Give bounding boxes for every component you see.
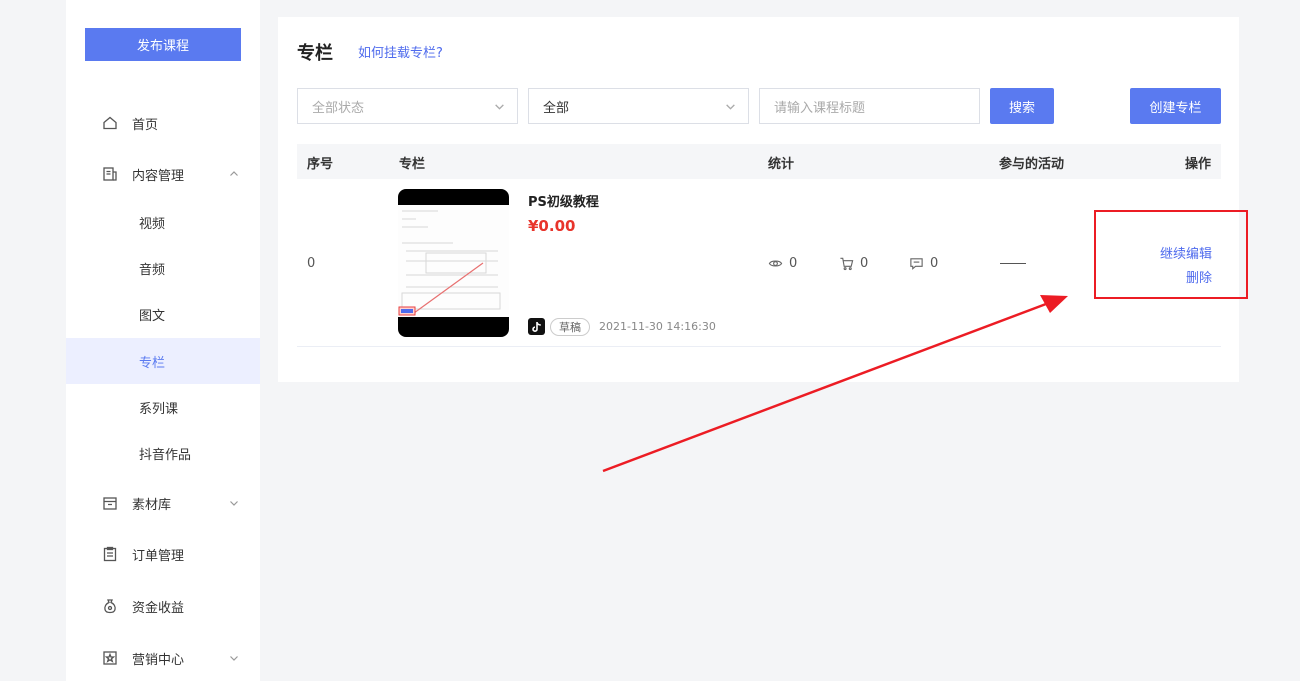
sub-item-audio[interactable]: 音频 <box>66 245 260 291</box>
status-filter-select[interactable]: 全部状态 <box>297 88 518 124</box>
nav-item-label: 资金收益 <box>132 600 185 616</box>
column-list-card: 专栏 如何挂载专栏? 全部状态 全部 请输入课程标题 搜索 创建专栏 序号 专栏… <box>278 17 1239 382</box>
activity-none <box>1000 263 1026 264</box>
created-date: 2021-11-30 14:16:30 <box>599 320 716 333</box>
sub-item-video[interactable]: 视频 <box>66 199 260 245</box>
nav-item-label: 首页 <box>132 117 159 133</box>
table-header: 序号 专栏 统计 参与的活动 操作 <box>297 144 1221 179</box>
sub-item-column[interactable]: 专栏 <box>66 338 260 384</box>
status-badge: 草稿 <box>550 318 590 336</box>
nav-item-label: 内容管理 <box>132 168 185 184</box>
nav-item-label: 营销中心 <box>132 652 185 668</box>
status-filter-placeholder: 全部状态 <box>312 100 365 116</box>
purchases-stat: 0 <box>839 256 868 271</box>
header-index: 序号 <box>307 157 334 172</box>
nav-item-material-library[interactable]: 素材库 <box>66 480 260 526</box>
sub-item-label: 图文 <box>139 308 166 324</box>
folder-icon <box>103 497 117 510</box>
money-bag-icon <box>104 599 116 614</box>
search-placeholder: 请输入课程标题 <box>774 100 866 116</box>
nav-item-label: 订单管理 <box>132 548 185 564</box>
nav-item-content-management[interactable]: 内容管理 <box>66 151 260 197</box>
continue-edit-link[interactable]: 继续编辑 <box>1160 243 1212 262</box>
chevron-up-icon <box>230 171 238 176</box>
sub-item-label: 专栏 <box>139 355 166 371</box>
chevron-down-icon <box>726 104 735 110</box>
nav-item-order-management[interactable]: 订单管理 <box>66 531 260 577</box>
content-icon <box>103 167 117 181</box>
type-filter-select[interactable]: 全部 <box>528 88 749 124</box>
home-icon <box>103 116 117 130</box>
cart-icon <box>840 257 854 271</box>
sub-item-douyin-works[interactable]: 抖音作品 <box>66 430 260 476</box>
header-column: 专栏 <box>399 157 426 172</box>
sub-item-series[interactable]: 系列课 <box>66 384 260 430</box>
cover-screenshot <box>398 205 509 317</box>
search-button[interactable]: 搜索 <box>990 88 1054 124</box>
row-index: 0 <box>307 256 316 271</box>
chevron-down-icon <box>495 104 504 110</box>
sub-item-article[interactable]: 图文 <box>66 291 260 337</box>
publish-course-button[interactable]: 发布课程 <box>85 28 241 61</box>
star-icon <box>103 651 117 665</box>
chevron-down-icon <box>230 501 238 506</box>
comments-count: 0 <box>930 256 939 271</box>
nav-item-marketing-center[interactable]: 营销中心 <box>66 635 260 681</box>
table-row: 0 PS初级教程 ¥0.00 草稿 2021-11-30 14:16:30 0 … <box>297 179 1221 347</box>
header-actions: 操作 <box>1184 157 1211 172</box>
nav-item-fund-income[interactable]: 资金收益 <box>66 583 260 629</box>
purchases-count: 0 <box>860 256 869 271</box>
course-title-search-input[interactable]: 请输入课程标题 <box>759 88 980 124</box>
comments-stat: 0 <box>909 256 938 271</box>
chevron-down-icon <box>230 656 238 661</box>
sub-item-label: 抖音作品 <box>139 447 192 463</box>
clipboard-icon <box>103 546 117 562</box>
how-to-mount-column-link[interactable]: 如何挂载专栏? <box>358 42 443 61</box>
nav-item-label: 素材库 <box>132 497 172 513</box>
sub-item-label: 视频 <box>139 216 166 232</box>
comment-icon <box>910 258 923 270</box>
create-column-button[interactable]: 创建专栏 <box>1130 88 1221 124</box>
course-price: ¥0.00 <box>528 217 576 235</box>
douyin-icon <box>528 318 545 335</box>
course-cover-thumbnail[interactable] <box>398 189 509 337</box>
sidebar: 发布课程 首页 内容管理 视频 音频 图文 专栏 系列课 抖音作品 素材库 订单… <box>66 0 260 681</box>
header-activity: 参与的活动 <box>999 157 1065 172</box>
page-title: 专栏 <box>297 43 333 64</box>
header-stats: 统计 <box>768 157 795 172</box>
delete-link[interactable]: 删除 <box>1186 267 1212 286</box>
views-stat: 0 <box>768 256 797 271</box>
course-title[interactable]: PS初级教程 <box>528 191 599 210</box>
sub-item-label: 系列课 <box>139 401 179 417</box>
views-count: 0 <box>789 256 798 271</box>
nav-item-home[interactable]: 首页 <box>66 100 260 146</box>
type-filter-value: 全部 <box>543 100 570 116</box>
sub-item-label: 音频 <box>139 262 166 278</box>
eye-icon <box>768 260 783 267</box>
